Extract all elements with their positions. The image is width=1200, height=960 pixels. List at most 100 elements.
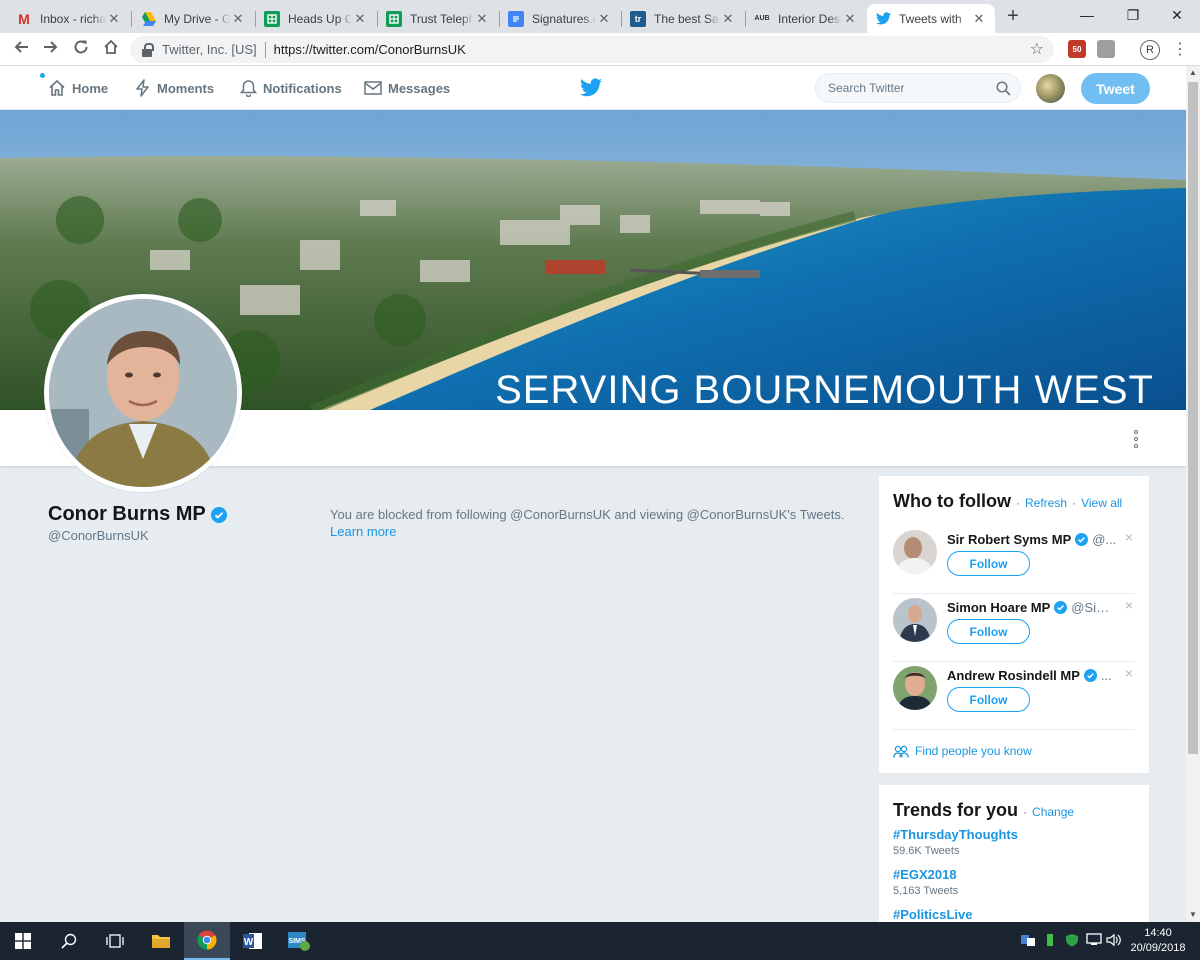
dismiss-icon[interactable]: × — [1125, 597, 1133, 613]
nav-home[interactable]: Home — [48, 66, 108, 110]
word-icon: W — [243, 933, 262, 949]
scrollbar-thumb[interactable] — [1188, 82, 1198, 754]
docs-icon — [508, 10, 524, 27]
nav-messages[interactable]: Messages — [364, 66, 450, 110]
scroll-down-arrow-icon[interactable]: ▼ — [1186, 908, 1200, 922]
find-people-link[interactable]: Find people you know — [893, 744, 1032, 758]
sheets-icon — [386, 10, 402, 27]
dismiss-icon[interactable]: × — [1125, 665, 1133, 681]
aub-icon: AUB — [754, 15, 770, 22]
show-desktop-button[interactable] — [1190, 933, 1200, 949]
home-button[interactable] — [98, 37, 124, 63]
windows-start-button[interactable] — [0, 922, 46, 960]
extension-icon[interactable] — [1097, 40, 1115, 58]
profile-avatar[interactable] — [44, 294, 242, 492]
back-button[interactable] — [8, 37, 34, 63]
view-all-link[interactable]: View all — [1081, 496, 1122, 510]
trend-item[interactable]: #EGX2018 5,163 Tweets — [893, 867, 958, 897]
folder-icon — [152, 935, 170, 948]
window-close-button[interactable]: ✕ — [1154, 0, 1200, 30]
taskbar-file-explorer[interactable] — [138, 922, 184, 960]
refresh-link[interactable]: Refresh — [1025, 496, 1067, 510]
trend-item[interactable]: #PoliticsLive — [893, 907, 972, 922]
network-tray-icon[interactable] — [1086, 933, 1102, 949]
profile-photo — [49, 299, 237, 487]
who-to-follow-title: Who to follow — [893, 491, 1011, 511]
suggestion-avatar[interactable] — [893, 666, 937, 710]
browser-tab-docs[interactable]: Signatures.d ✕ — [500, 4, 620, 33]
address-bar[interactable]: Twitter, Inc. [US] https://twitter.com/C… — [130, 36, 1054, 63]
profile-avatar-button[interactable]: R — [1140, 40, 1160, 60]
follow-button[interactable]: Follow — [947, 551, 1030, 576]
nav-notifications[interactable]: Notifications — [240, 66, 342, 110]
close-icon[interactable]: ✕ — [474, 11, 490, 27]
lock-icon — [142, 42, 154, 57]
account-avatar[interactable] — [1036, 74, 1065, 103]
nav-moments[interactable]: Moments — [135, 66, 214, 110]
close-icon[interactable]: ✕ — [971, 11, 987, 27]
more-options-icon[interactable] — [1130, 430, 1142, 448]
bookmark-star-icon[interactable]: ☆ — [1030, 39, 1044, 59]
security-tray-icon[interactable] — [1064, 933, 1080, 949]
close-icon[interactable]: ✕ — [352, 11, 368, 27]
browser-tab-gmail[interactable]: M Inbox - richa ✕ — [8, 4, 130, 33]
site-identity: Twitter, Inc. [US] — [162, 42, 257, 57]
trend-item[interactable]: #ThursdayThoughts 59.6K Tweets — [893, 827, 1018, 857]
taskbar-app[interactable]: SIMS — [276, 922, 322, 960]
new-tab-button[interactable]: + — [1001, 5, 1025, 29]
extension-badge: 50 — [1072, 44, 1082, 54]
suggestion-avatar[interactable] — [893, 598, 937, 642]
scroll-up-arrow-icon[interactable]: ▲ — [1186, 66, 1200, 80]
dismiss-icon[interactable]: × — [1125, 529, 1133, 545]
adblock-extension-icon[interactable]: 50 — [1068, 40, 1086, 58]
twitter-bird-icon[interactable] — [580, 78, 602, 97]
browser-tab-tr[interactable]: tr The best San ✕ — [622, 4, 744, 33]
maximize-button[interactable]: ❐ — [1110, 0, 1156, 30]
reload-icon — [74, 40, 88, 54]
tab-label: Trust Teleph — [410, 11, 474, 26]
suggestion-avatar[interactable] — [893, 530, 937, 574]
taskbar-clock[interactable]: 14:40 20/09/2018 — [1128, 926, 1188, 956]
trends-header: Trends for you · Change — [893, 800, 1074, 821]
update-tray-icon[interactable] — [1042, 933, 1058, 949]
browser-menu-icon[interactable]: ⋮ — [1172, 39, 1188, 59]
change-link[interactable]: Change — [1032, 805, 1074, 819]
browser-tab-sheets-headsup[interactable]: Heads Up Co ✕ — [256, 4, 376, 33]
learn-more-link[interactable]: Learn more — [330, 523, 844, 540]
taskbar-word[interactable]: W — [230, 922, 276, 960]
nav-home-label: Home — [72, 80, 109, 96]
browser-tab-twitter[interactable]: Tweets with ✕ — [867, 4, 995, 33]
page-scrollbar[interactable]: ▲ ▼ — [1186, 66, 1200, 922]
tweet-button[interactable]: Tweet — [1081, 73, 1150, 104]
browser-tab-aub[interactable]: AUB Interior Desi ✕ — [746, 4, 866, 33]
windows-taskbar: W SIMS 14:40 20/09/2018 — [0, 922, 1200, 960]
trends-card: Trends for you · Change #ThursdayThought… — [879, 785, 1149, 922]
close-icon[interactable]: ✕ — [230, 11, 246, 27]
close-icon[interactable]: ✕ — [720, 11, 736, 27]
close-icon[interactable]: ✕ — [842, 11, 858, 27]
follow-button[interactable]: Follow — [947, 687, 1030, 712]
suggestion-name[interactable]: Sir Robert Syms MP — [947, 532, 1071, 547]
minimize-button[interactable]: ― — [1064, 0, 1110, 30]
people-tray-icon[interactable] — [1020, 933, 1036, 949]
follow-button[interactable]: Follow — [947, 619, 1030, 644]
close-icon[interactable]: ✕ — [596, 11, 612, 27]
forward-button[interactable] — [38, 37, 64, 63]
suggestion-name[interactable]: Simon Hoare MP — [947, 600, 1050, 615]
trend-count: 5,163 Tweets — [893, 885, 959, 897]
envelope-icon — [364, 81, 382, 95]
arrow-left-icon — [14, 41, 28, 53]
taskbar-chrome[interactable] — [184, 922, 230, 960]
blocked-notice: You are blocked from following @ConorBur… — [330, 506, 844, 540]
search-icon[interactable] — [996, 81, 1011, 96]
browser-tab-sheets-trust[interactable]: Trust Teleph ✕ — [378, 4, 498, 33]
clock-time: 14:40 — [1144, 927, 1172, 939]
reload-button[interactable] — [68, 37, 94, 63]
browser-tab-drive[interactable]: My Drive - G ✕ — [132, 4, 254, 33]
task-view-button[interactable] — [92, 922, 138, 960]
close-icon[interactable]: ✕ — [106, 11, 122, 27]
taskbar-search-button[interactable] — [46, 922, 92, 960]
volume-tray-icon[interactable] — [1106, 933, 1122, 949]
search-input[interactable] — [828, 81, 988, 95]
suggestion-name[interactable]: Andrew Rosindell MP — [947, 668, 1080, 683]
